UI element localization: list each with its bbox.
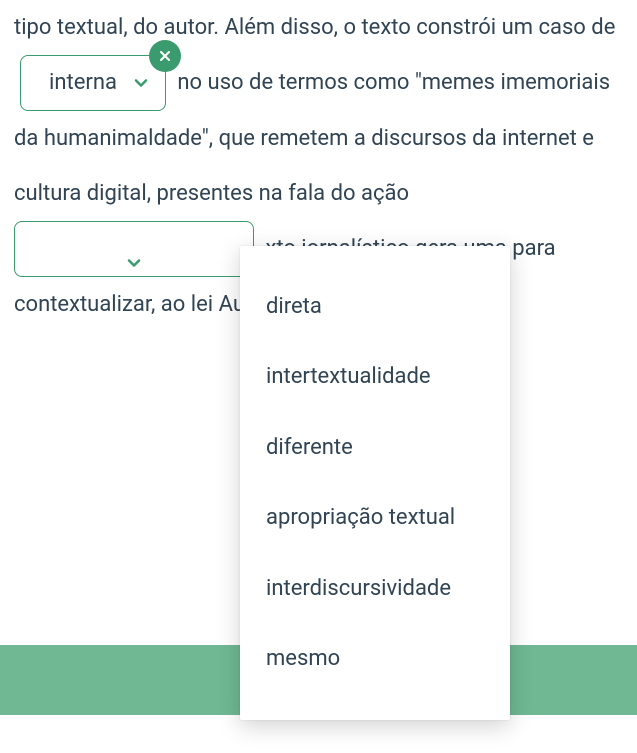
text-segment-1: tipo textual, do autor. Além disso, o te…	[14, 15, 615, 40]
dropdown-option[interactable]: interdiscursividade	[240, 554, 510, 624]
text-segment-2b: ação	[361, 181, 409, 206]
dropdown-option[interactable]: diferente	[240, 413, 510, 483]
dropdown-option[interactable]: apropriação textual	[240, 483, 510, 553]
dropdown-blank-1[interactable]: interna	[20, 55, 166, 111]
chevron-down-icon	[124, 239, 144, 259]
dropdown-blank-1-value: interna	[49, 72, 117, 94]
clear-selection-button[interactable]	[149, 40, 181, 72]
dropdown-options-list: direta intertextualidade diferente aprop…	[240, 246, 510, 720]
chevron-down-icon	[131, 73, 151, 93]
dropdown-option[interactable]: intertextualidade	[240, 342, 510, 412]
dropdown-blank-2[interactable]	[14, 221, 254, 277]
dropdown-option[interactable]: mesmo	[240, 624, 510, 694]
dropdown-option[interactable]: direta	[240, 272, 510, 342]
